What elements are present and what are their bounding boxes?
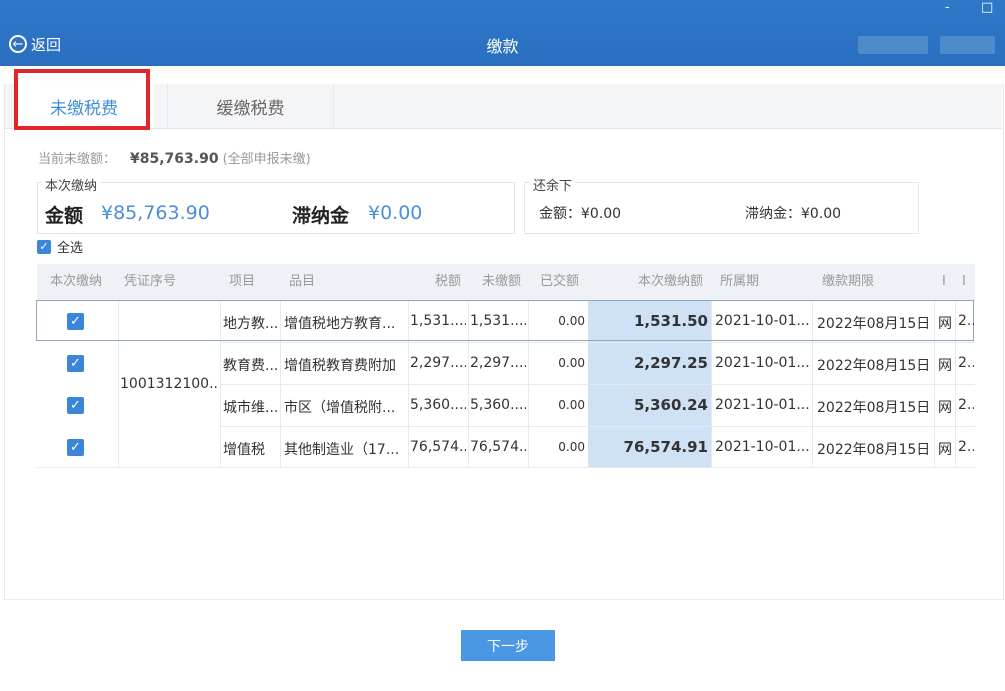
row-item: 城市维...: [223, 400, 279, 416]
col-header-extra-2[interactable]: I: [962, 264, 966, 300]
col-header-unpaid[interactable]: 未缴额: [470, 264, 521, 300]
row-subitem: 增值税地方教育...: [284, 316, 396, 332]
blurred-user-info: [858, 36, 928, 54]
row-unpaid: 2,297....: [470, 355, 526, 371]
col-header-extra-1[interactable]: I: [942, 264, 946, 300]
row-checkbox[interactable]: ✓: [67, 397, 84, 414]
row-period: 2021-10-01...: [715, 313, 810, 329]
col-header-voucher[interactable]: 凭证序号: [124, 264, 176, 300]
tab-deferred-taxes[interactable]: 缓缴税费: [167, 84, 334, 128]
row-pay-now[interactable]: 76,574.91: [590, 438, 708, 456]
highlight-box: [14, 69, 150, 130]
remaining-legend: 还余下: [530, 175, 576, 194]
col-header-pay[interactable]: 本次缴纳: [50, 264, 102, 300]
checkmark-icon: ✓: [37, 239, 51, 254]
row-pay-now[interactable]: 2,297.25: [590, 354, 708, 372]
late-fee-value: ¥0.00: [368, 202, 423, 224]
row-item: 教育费...: [223, 358, 279, 374]
row-tax: 2,297....: [410, 355, 466, 371]
row-extra-1: 网: [938, 442, 952, 458]
this-payment-legend: 本次缴纳: [42, 175, 101, 194]
page-title: 缴款: [486, 37, 519, 56]
row-pay-now[interactable]: 1,531.50: [590, 312, 708, 330]
row-deadline: 2022年08月15日: [817, 400, 931, 416]
current-unpaid-summary: 当前未缴额： ¥85,763.90 (全部申报未缴): [38, 148, 311, 167]
next-step-button[interactable]: 下一步: [461, 630, 555, 661]
row-paid: 0.00: [558, 440, 585, 454]
row-deadline: 2022年08月15日: [817, 358, 931, 374]
row-extra-1: 网: [938, 358, 952, 374]
late-fee-label: 滞纳金: [292, 205, 350, 227]
table-divider: [37, 467, 975, 468]
minimize-button[interactable]: -: [945, 0, 950, 16]
row-checkbox[interactable]: ✓: [67, 313, 84, 330]
row-item: 增值税: [223, 442, 265, 458]
unpaid-note: (全部申报未缴): [222, 152, 311, 167]
row-deadline: 2022年08月15日: [817, 442, 931, 458]
row-item: 地方教...: [223, 316, 279, 332]
col-header-tax[interactable]: 税额: [410, 264, 461, 300]
remaining-late-fee: 滞纳金：¥0.00: [745, 206, 842, 222]
table-divider: [220, 342, 975, 343]
row-extra-1: 网: [938, 400, 952, 416]
col-header-subitem[interactable]: 品目: [289, 264, 315, 300]
col-header-item[interactable]: 项目: [229, 264, 255, 300]
row-unpaid: 1,531....: [470, 313, 526, 329]
payment-amount-label: 金额: [45, 205, 84, 227]
row-extra-2: 2..: [958, 313, 974, 329]
row-paid: 0.00: [558, 356, 585, 370]
row-checkbox[interactable]: ✓: [67, 439, 84, 456]
voucher-number: 1001312100...: [120, 376, 218, 392]
row-tax: 5,360....: [410, 397, 466, 413]
row-paid: 0.00: [558, 314, 585, 328]
row-period: 2021-10-01...: [715, 397, 810, 413]
row-deadline: 2022年08月15日: [817, 316, 931, 332]
row-unpaid: 76,574....: [470, 439, 526, 455]
row-period: 2021-10-01...: [715, 439, 810, 455]
maximize-button[interactable]: □: [981, 0, 993, 16]
col-header-paid[interactable]: 已交额: [540, 264, 579, 300]
row-extra-2: 2..: [958, 397, 974, 413]
row-subitem: 其他制造业（17...: [284, 442, 400, 458]
row-subitem: 增值税教育费附加: [284, 358, 396, 374]
unpaid-amount: ¥85,763.90: [130, 151, 219, 167]
row-extra-2: 2..: [958, 439, 974, 455]
table-divider: [220, 426, 975, 427]
row-paid: 0.00: [558, 398, 585, 412]
select-all-checkbox[interactable]: ✓ 全选: [37, 237, 83, 256]
select-all-label: 全选: [57, 241, 84, 256]
row-pay-now[interactable]: 5,360.24: [590, 396, 708, 414]
blurred-user-info-2: [940, 36, 995, 54]
row-tax: 76,574....: [410, 439, 466, 455]
payment-amount-value: ¥85,763.90: [101, 202, 210, 224]
col-header-pay-now[interactable]: 本次缴纳额: [590, 264, 703, 300]
row-extra-1: 网: [938, 316, 952, 332]
unpaid-label: 当前未缴额：: [38, 152, 117, 167]
row-extra-2: 2..: [958, 355, 974, 371]
col-header-period[interactable]: 所属期: [720, 264, 759, 300]
row-period: 2021-10-01...: [715, 355, 810, 371]
col-header-deadline[interactable]: 缴款期限: [822, 264, 874, 300]
table-divider: [220, 384, 975, 385]
remaining-amount: 金额：¥0.00: [539, 206, 622, 222]
row-subitem: 市区（增值税附...: [284, 400, 396, 416]
row-checkbox[interactable]: ✓: [67, 355, 84, 372]
row-tax: 1,531....: [410, 313, 466, 329]
tab-bar: [5, 84, 1002, 129]
row-unpaid: 5,360....: [470, 397, 526, 413]
